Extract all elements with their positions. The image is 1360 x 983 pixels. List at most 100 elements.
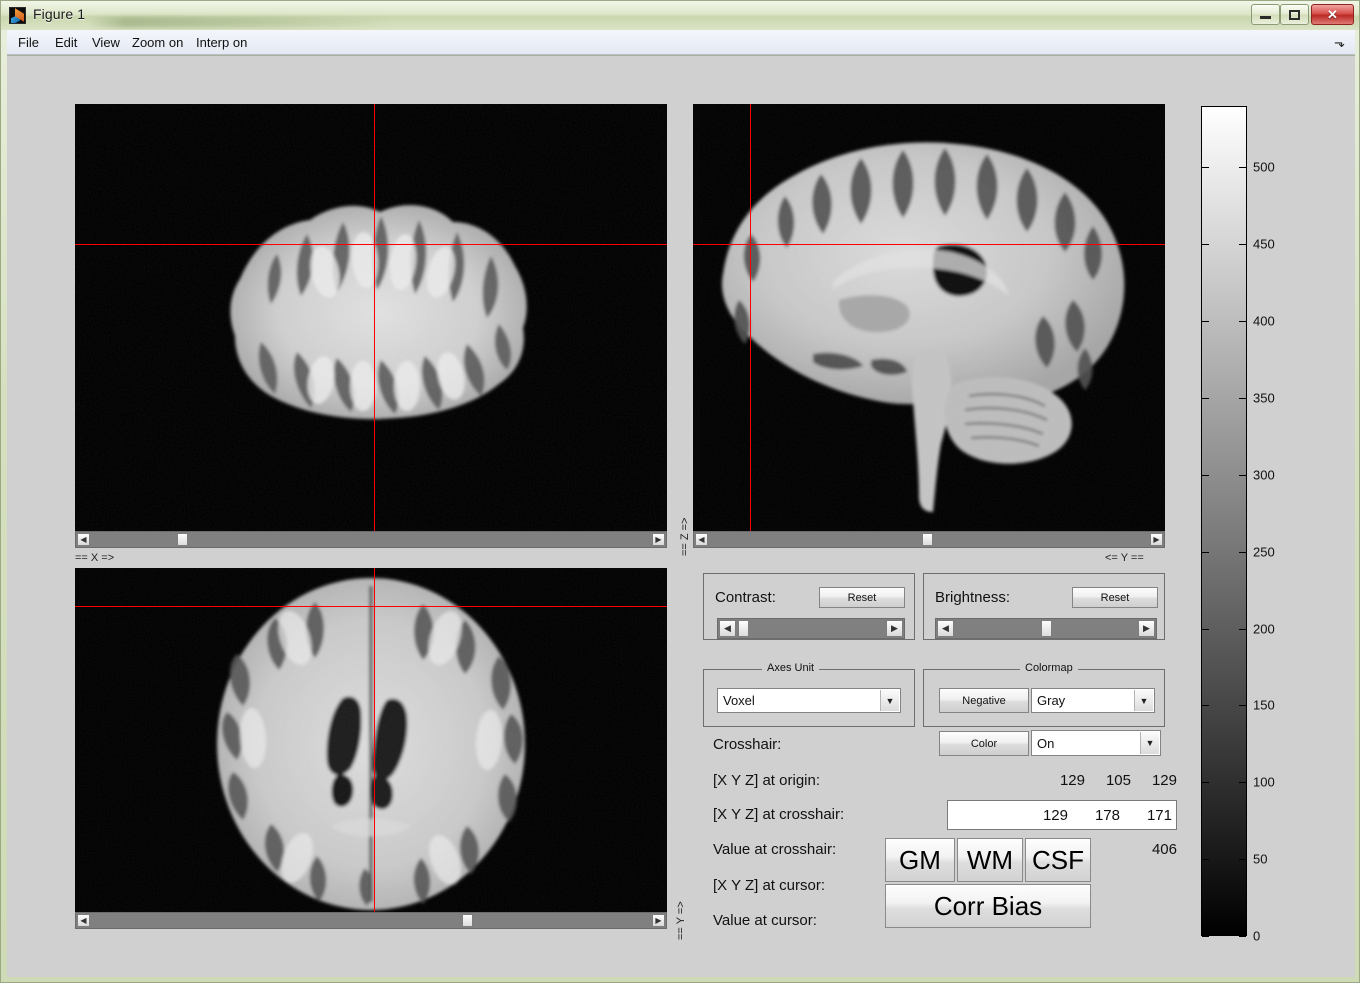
crosshair-label: Crosshair: [713, 736, 782, 753]
scroll-right-icon[interactable]: ▶ [652, 914, 665, 927]
chevron-down-icon[interactable]: ▼ [880, 690, 899, 711]
colorbar-tick-right [1239, 628, 1246, 630]
sagittal-view[interactable] [693, 104, 1165, 531]
colorbar-tick-left [1202, 859, 1209, 861]
menu-item-file[interactable]: File [11, 34, 46, 52]
minimize-button[interactable] [1251, 4, 1280, 25]
origin-y: 105 [1105, 772, 1131, 789]
colorbar-tick-label: 150 [1253, 697, 1275, 713]
value-at-cursor-label: Value at cursor: [713, 912, 817, 929]
colorbar-tick-right [1239, 782, 1246, 784]
colorbar-tick-label: 200 [1253, 621, 1275, 637]
window-title: Figure 1 [33, 6, 86, 22]
slider-right-icon[interactable]: ▶ [1138, 620, 1155, 637]
colorbar-tick-left [1202, 628, 1209, 630]
brightness-label: Brightness: [935, 589, 1011, 606]
axes-unit-dropdown[interactable]: Voxel ▼ [717, 688, 901, 713]
colorbar-tick-label: 450 [1253, 236, 1275, 252]
crosshair-horizontal [693, 244, 1165, 246]
colorbar-tick-right [1239, 859, 1246, 861]
scroll-thumb[interactable] [462, 914, 473, 927]
scroll-thumb[interactable] [922, 533, 933, 546]
sagittal-scrollbar[interactable]: ◀ ▶ [693, 531, 1165, 548]
scroll-left-icon[interactable]: ◀ [77, 533, 90, 546]
colorbar-tick-left [1202, 167, 1209, 169]
colormap-group-title: Colormap [1020, 662, 1078, 674]
title-bar: Figure 1 ✕ [1, 1, 1359, 30]
axial-view[interactable] [75, 568, 667, 912]
origin-z: 129 [1151, 772, 1177, 789]
scroll-thumb[interactable] [177, 533, 188, 546]
axes-unit-group-title: Axes Unit [762, 662, 820, 674]
sagittal-z-axis-label: == Z => [679, 517, 691, 556]
colorbar-tick-right [1239, 705, 1246, 707]
menu-item-view[interactable]: View [85, 34, 127, 52]
colorbar-tick-left [1202, 474, 1209, 476]
axial-scrollbar[interactable]: ◀ ▶ [75, 912, 667, 929]
close-button[interactable]: ✕ [1311, 4, 1354, 25]
slider-thumb[interactable] [1041, 620, 1052, 637]
minimize-icon [1252, 5, 1279, 24]
colorbar-tick-label: 0 [1253, 928, 1261, 944]
scroll-left-icon[interactable]: ◀ [695, 533, 708, 546]
crosshair-state-value: On [1037, 735, 1055, 751]
colorbar-tick-right [1239, 398, 1246, 400]
value-at-crosshair-value: 406 [1151, 841, 1177, 858]
coronal-scrollbar[interactable]: ◀ ▶ [75, 531, 667, 548]
matlab-icon [9, 7, 26, 24]
colorbar-tick-left [1202, 321, 1209, 323]
menu-item-edit[interactable]: Edit [48, 34, 84, 52]
slider-left-icon[interactable]: ◀ [719, 620, 736, 637]
sagittal-axis-label: <= Y == [1105, 552, 1144, 564]
crosshair-z: 171 [1146, 806, 1172, 824]
slider-right-icon[interactable]: ▶ [886, 620, 903, 637]
brightness-reset-button[interactable]: Reset [1072, 587, 1158, 608]
coronal-axis-label: == X => [75, 552, 115, 564]
menu-item-zoom[interactable]: Zoom on [125, 34, 190, 52]
colorbar-tick-right [1239, 167, 1246, 169]
cursor-coord-label: [X Y Z] at cursor: [713, 877, 825, 894]
figure-client-area: ◀ ▶ == X => ◀ ▶ <= Y == == Z => ◀ ▶ == Y… [7, 55, 1355, 977]
colorbar-tick-left [1202, 551, 1209, 553]
close-icon: ✕ [1327, 6, 1338, 22]
axial-y-axis-label: == Y => [675, 901, 687, 940]
crosshair-y: 178 [1094, 806, 1120, 824]
axes-unit-value: Voxel [723, 693, 755, 708]
menu-item-interp[interactable]: Interp on [189, 34, 254, 52]
scroll-left-icon[interactable]: ◀ [77, 914, 90, 927]
coronal-view[interactable] [75, 104, 667, 531]
contrast-reset-button[interactable]: Reset [819, 587, 905, 608]
negative-button[interactable]: Negative [939, 688, 1029, 713]
colorbar-tick-left [1202, 244, 1209, 246]
value-at-crosshair-label: Value at crosshair: [713, 841, 837, 858]
scroll-right-icon[interactable]: ▶ [652, 533, 665, 546]
crosshair-state-dropdown[interactable]: On ▼ [1031, 730, 1161, 756]
colorbar-tick-label: 300 [1253, 467, 1275, 483]
colormap-dropdown[interactable]: Gray ▼ [1031, 688, 1155, 713]
gm-button[interactable]: GM [885, 838, 955, 882]
wm-button[interactable]: WM [957, 838, 1023, 882]
csf-button[interactable]: CSF [1025, 838, 1091, 882]
contrast-slider[interactable]: ◀ ▶ [717, 618, 905, 639]
scroll-right-icon[interactable]: ▶ [1150, 533, 1163, 546]
colorbar-tick-label: 500 [1253, 159, 1275, 175]
crosshair-coord-input[interactable]: 129 178 171 [947, 800, 1177, 830]
corr-bias-button[interactable]: Corr Bias [885, 884, 1091, 928]
crosshair-horizontal [75, 244, 667, 246]
brightness-slider[interactable]: ◀ ▶ [935, 618, 1157, 639]
chevron-down-icon[interactable]: ▼ [1140, 732, 1159, 754]
chevron-down-icon[interactable]: ▼ [1134, 690, 1153, 711]
slider-left-icon[interactable]: ◀ [937, 620, 954, 637]
coronal-image [75, 104, 667, 531]
menu-overflow-icon[interactable]: ⬎ [1334, 35, 1345, 51]
colorbar-tick-left [1202, 936, 1209, 937]
crosshair-color-button[interactable]: Color [939, 731, 1029, 756]
colorbar-tick-label: 350 [1253, 390, 1275, 406]
colorbar-tick-label: 400 [1253, 313, 1275, 329]
colorbar-tick-right [1239, 244, 1246, 246]
title-bar-artifact [89, 17, 389, 28]
slider-thumb[interactable] [738, 620, 749, 637]
crosshair-vertical [750, 104, 752, 531]
colorbar-tick-label: 100 [1253, 774, 1275, 790]
maximize-button[interactable] [1280, 4, 1309, 25]
